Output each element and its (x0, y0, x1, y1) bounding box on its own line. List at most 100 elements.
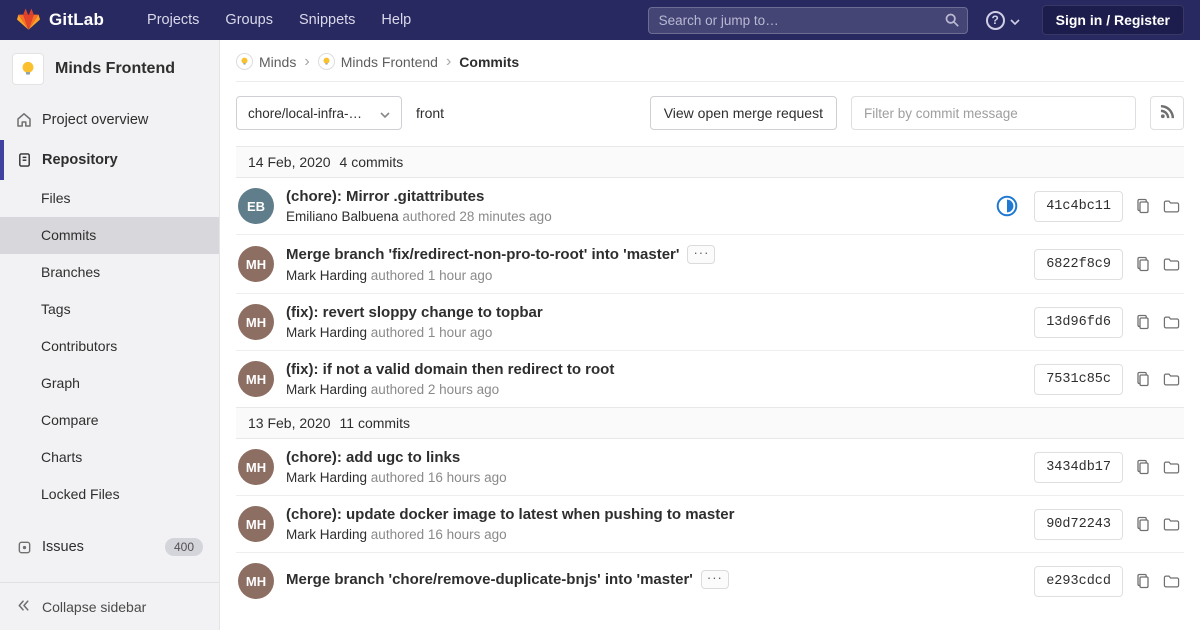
sidebar-item-locked-files[interactable]: Locked Files (0, 476, 219, 513)
author-avatar[interactable]: EB (238, 188, 274, 224)
folder-icon (1163, 518, 1180, 530)
collapse-chevrons-icon (16, 598, 31, 616)
gitlab-app: GitLab Projects Groups Snippets Help ? S… (0, 0, 1200, 630)
sign-in-register-button[interactable]: Sign in / Register (1041, 5, 1184, 35)
body-row: Minds Frontend Project overview Reposito… (0, 40, 1200, 630)
commit-author-link[interactable]: Emiliano Balbuena (286, 209, 399, 224)
sidebar-item-issues[interactable]: Issues 400 (0, 527, 219, 567)
commit-title-link[interactable]: (fix): revert sloppy change to topbar (286, 304, 543, 321)
commit-author-link[interactable]: Mark Harding (286, 470, 367, 485)
commit-count-label: 11 commits (339, 415, 411, 431)
nav-link-projects[interactable]: Projects (136, 0, 210, 40)
nav-link-help[interactable]: Help (370, 0, 422, 40)
commit-sha[interactable]: e293cdcd (1034, 565, 1123, 597)
gitlab-logo[interactable]: GitLab (16, 7, 104, 34)
commit-sha[interactable]: 41c4bc11 (1034, 190, 1123, 222)
commit-time: authored 1 hour ago (370, 268, 493, 283)
sidebar-item-charts[interactable]: Charts (0, 439, 219, 476)
commit-filter-input[interactable] (851, 96, 1136, 130)
commit-actions: 6822f8c9 (1034, 248, 1180, 280)
commit-author-link[interactable]: Mark Harding (286, 382, 367, 397)
commit-info: (fix): revert sloppy change to topbar Ma… (286, 304, 543, 340)
author-avatar[interactable]: MH (238, 449, 274, 485)
commit-row: MH (fix): if not a valid domain then red… (236, 350, 1184, 407)
commit-sha[interactable]: 90d72243 (1034, 508, 1123, 540)
author-avatar[interactable]: MH (238, 563, 274, 599)
gitlab-tanuki-icon (16, 7, 41, 34)
sidebar-item-repository[interactable]: Repository (0, 140, 219, 180)
commit-title-link[interactable]: (chore): add ugc to links (286, 449, 460, 466)
sidebar-item-label: Repository (42, 152, 118, 168)
project-context-header[interactable]: Minds Frontend (0, 40, 219, 100)
branch-switcher-dropdown[interactable]: chore/local-infra-… (236, 96, 403, 130)
breadcrumb-group-link[interactable]: Minds (236, 53, 296, 70)
sidebar-item-commits[interactable]: Commits (0, 217, 219, 254)
expand-commit-description-button[interactable]: ··· (700, 569, 729, 589)
commit-title-link[interactable]: Merge branch 'chore/remove-duplicate-bnj… (286, 571, 693, 588)
pipeline-status-running-icon[interactable] (996, 195, 1018, 217)
project-avatar-small (317, 53, 335, 70)
ref-path-label: front (416, 105, 445, 121)
sidebar-item-contributors[interactable]: Contributors (0, 328, 219, 365)
nav-link-groups[interactable]: Groups (214, 0, 284, 40)
issues-count-badge: 400 (164, 538, 203, 556)
commit-sha[interactable]: 7531c85c (1034, 363, 1123, 395)
commits-toolbar: chore/local-infra-… front View open merg… (220, 82, 1200, 130)
commit-title-link[interactable]: (chore): Mirror .gitattributes (286, 188, 484, 205)
author-avatar[interactable]: MH (238, 246, 274, 282)
sidebar-item-project-overview[interactable]: Project overview (0, 100, 219, 140)
commit-sha[interactable]: 13d96fd6 (1034, 306, 1123, 338)
main-content: Minds › Minds Frontend › Commits chore/l… (220, 40, 1200, 630)
clipboard-icon (1137, 573, 1149, 589)
commit-sha[interactable]: 6822f8c9 (1034, 248, 1123, 280)
commit-sha[interactable]: 3434db17 (1034, 451, 1123, 483)
commits-feed-button[interactable] (1150, 96, 1184, 130)
browse-files-button[interactable] (1163, 372, 1180, 387)
sidebar-item-files[interactable]: Files (0, 180, 219, 217)
commit-actions: 90d72243 (1034, 508, 1180, 540)
copy-sha-button[interactable] (1135, 516, 1151, 532)
date-label: 14 Feb, 2020 (248, 154, 331, 170)
lightbulb-icon (22, 61, 34, 75)
breadcrumb-current-page: Commits (459, 53, 520, 70)
breadcrumb-project-link[interactable]: Minds Frontend (317, 53, 438, 70)
browse-files-button[interactable] (1163, 460, 1180, 475)
commit-author-link[interactable]: Mark Harding (286, 527, 367, 542)
copy-sha-button[interactable] (1135, 198, 1151, 214)
commit-author-link[interactable]: Mark Harding (286, 325, 367, 340)
sidebar-item-branches[interactable]: Branches (0, 254, 219, 291)
copy-sha-button[interactable] (1135, 256, 1151, 272)
branch-name: chore/local-infra-… (248, 105, 363, 121)
copy-sha-button[interactable] (1135, 573, 1151, 589)
search-input[interactable] (647, 6, 968, 34)
commit-row: MH (fix): revert sloppy change to topbar… (236, 293, 1184, 350)
rss-icon (1160, 104, 1175, 122)
nav-link-snippets[interactable]: Snippets (288, 0, 366, 40)
commit-time: authored 2 hours ago (370, 382, 500, 397)
browse-files-button[interactable] (1163, 257, 1180, 272)
author-avatar[interactable]: MH (238, 304, 274, 340)
commit-title-link[interactable]: (fix): if not a valid domain then redire… (286, 361, 614, 378)
collapse-sidebar-button[interactable]: Collapse sidebar (0, 582, 219, 630)
browse-files-button[interactable] (1163, 517, 1180, 532)
browse-files-button[interactable] (1163, 574, 1180, 589)
sidebar-item-compare[interactable]: Compare (0, 402, 219, 439)
view-open-merge-request-button[interactable]: View open merge request (649, 96, 837, 130)
commit-time: authored 16 hours ago (370, 527, 507, 542)
copy-sha-button[interactable] (1135, 314, 1151, 330)
browse-files-button[interactable] (1163, 199, 1180, 214)
author-avatar[interactable]: MH (238, 361, 274, 397)
browse-files-button[interactable] (1163, 315, 1180, 330)
commit-row: MH Merge branch 'fix/redirect-non-pro-to… (236, 234, 1184, 293)
commit-author-link[interactable]: Mark Harding (286, 268, 367, 283)
commit-title-link[interactable]: (chore): update docker image to latest w… (286, 506, 734, 523)
help-menu[interactable]: ? (985, 10, 1020, 30)
copy-sha-button[interactable] (1135, 371, 1151, 387)
sidebar-item-graph[interactable]: Graph (0, 365, 219, 402)
copy-sha-button[interactable] (1135, 459, 1151, 475)
group-avatar (236, 53, 253, 70)
author-avatar[interactable]: MH (238, 506, 274, 542)
sidebar-item-tags[interactable]: Tags (0, 291, 219, 328)
expand-commit-description-button[interactable]: ··· (687, 245, 716, 264)
commit-title-link[interactable]: Merge branch 'fix/redirect-non-pro-to-ro… (286, 246, 679, 263)
